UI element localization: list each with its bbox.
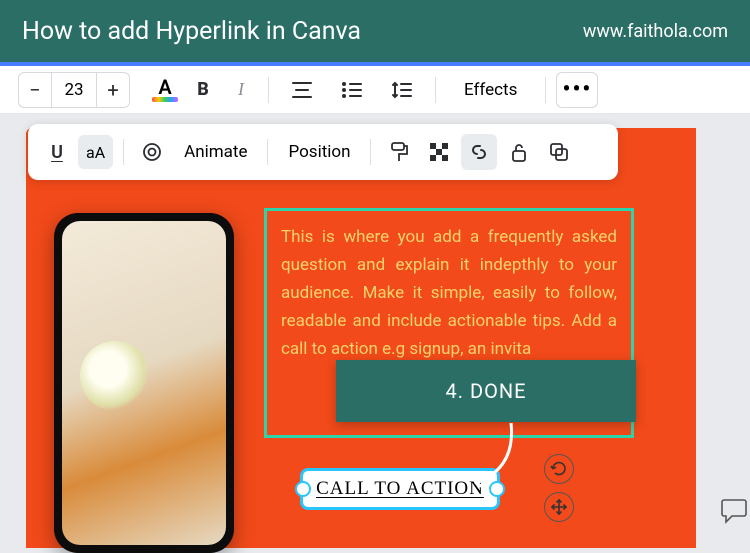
phone-mockup[interactable] xyxy=(54,213,234,553)
separator xyxy=(268,77,269,103)
underline-button[interactable]: U xyxy=(40,135,74,169)
font-size-value[interactable]: 23 xyxy=(51,73,97,107)
effects-button[interactable]: Effects xyxy=(446,72,535,108)
tutorial-step-callout: 4. DONE xyxy=(336,360,636,422)
font-color-icon: A xyxy=(158,77,171,97)
separator xyxy=(370,139,371,165)
faq-paragraph[interactable]: This is where you add a frequently asked… xyxy=(281,223,617,363)
phone-image xyxy=(62,221,226,545)
move-icon xyxy=(550,498,568,516)
ellipsis-icon: ••• xyxy=(563,77,593,102)
italic-button[interactable]: I xyxy=(224,73,258,107)
font-size-increase[interactable]: + xyxy=(97,78,129,102)
animate-icon-button[interactable] xyxy=(134,134,170,170)
duplicate-icon xyxy=(549,142,569,162)
separator xyxy=(435,77,436,103)
more-options-button[interactable]: ••• xyxy=(556,72,598,108)
separator xyxy=(267,139,268,165)
editor-toolbar-secondary: U aA Animate Position xyxy=(28,124,618,180)
tutorial-title: How to add Hyperlink in Canva xyxy=(22,17,361,46)
rotate-icon xyxy=(550,460,568,478)
paint-roller-icon xyxy=(389,141,409,163)
tutorial-header: How to add Hyperlink in Canva www.faitho… xyxy=(0,0,750,62)
comment-button[interactable] xyxy=(720,496,748,524)
font-size-stepper[interactable]: − 23 + xyxy=(18,72,130,108)
callout-arrow-icon xyxy=(456,418,526,498)
list-button[interactable] xyxy=(329,73,375,107)
link-button[interactable] xyxy=(461,134,497,170)
transparency-button[interactable] xyxy=(421,134,457,170)
link-icon xyxy=(468,141,490,163)
tutorial-source-url: www.faithola.com xyxy=(583,21,728,42)
canvas-area[interactable]: This is where you add a frequently asked… xyxy=(0,118,750,540)
alignment-button[interactable] xyxy=(279,73,325,107)
rotate-handle[interactable] xyxy=(544,454,574,484)
align-center-icon xyxy=(291,81,313,99)
bullet-list-icon xyxy=(341,81,363,99)
bold-button[interactable]: B xyxy=(186,73,220,107)
font-color-button[interactable]: A xyxy=(148,77,182,102)
animate-button[interactable]: Animate xyxy=(174,135,257,169)
chat-bubble-icon xyxy=(722,500,746,522)
position-button[interactable]: Position xyxy=(278,135,360,169)
line-spacing-icon xyxy=(391,80,413,100)
transparency-icon xyxy=(429,142,449,162)
callout-text: 4. DONE xyxy=(446,379,527,403)
font-size-decrease[interactable]: − xyxy=(19,78,51,102)
color-spectrum-icon xyxy=(152,97,178,102)
text-case-button[interactable]: aA xyxy=(78,135,113,169)
lock-button[interactable] xyxy=(501,134,537,170)
animate-icon xyxy=(141,141,163,163)
duplicate-button[interactable] xyxy=(541,134,577,170)
spacing-button[interactable] xyxy=(379,73,425,107)
editor-toolbar-primary: − 23 + A B I Effects ••• xyxy=(0,66,750,114)
separator xyxy=(545,77,546,103)
move-handle[interactable] xyxy=(544,492,574,522)
separator xyxy=(123,139,124,165)
unlock-icon xyxy=(509,141,529,163)
format-painter-button[interactable] xyxy=(381,134,417,170)
